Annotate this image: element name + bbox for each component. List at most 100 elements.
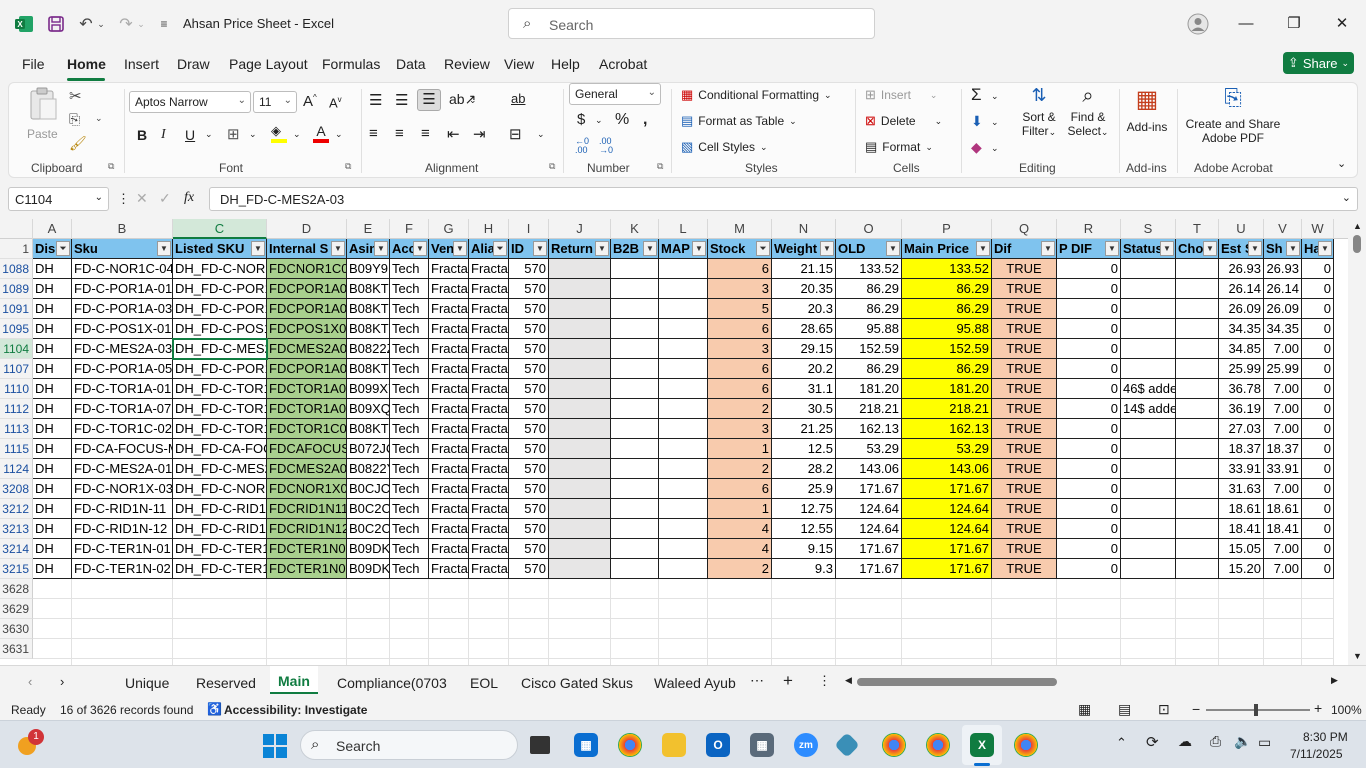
table-cell[interactable]: 25.99: [1264, 359, 1302, 379]
filter-dropdown-icon[interactable]: ▼: [374, 241, 388, 256]
table-cell[interactable]: Fracta: [469, 299, 509, 319]
column-header[interactable]: A: [33, 219, 72, 239]
page-layout-view-icon[interactable]: ▤: [1118, 701, 1131, 718]
copy-dropdown-icon[interactable]: ⌄: [95, 113, 103, 124]
table-cell[interactable]: [1121, 319, 1176, 339]
table-cell[interactable]: Fracta: [429, 379, 469, 399]
table-cell[interactable]: B08KTN: [347, 419, 390, 439]
table-cell[interactable]: 86.29: [902, 359, 992, 379]
table-cell[interactable]: 570: [509, 519, 549, 539]
table-cell[interactable]: FDCTOR1A07: [267, 399, 347, 419]
accessibility-status[interactable]: Accessibility: Investigate: [224, 703, 367, 717]
row-header[interactable]: 1124: [0, 459, 33, 479]
collapse-ribbon-icon[interactable]: ⌄: [1337, 157, 1346, 170]
row-header[interactable]: 3212: [0, 499, 33, 519]
filter-dropdown-icon[interactable]: ▼: [1203, 241, 1217, 256]
chevron-down-icon[interactable]: ⌄: [469, 95, 477, 106]
table-cell[interactable]: 570: [509, 279, 549, 299]
merge-center-icon[interactable]: ⊟: [509, 125, 522, 143]
table-cell[interactable]: 0: [1302, 459, 1334, 479]
table-cell[interactable]: 29.15: [772, 339, 836, 359]
comma-style-icon[interactable]: ,: [643, 111, 647, 129]
table-cell[interactable]: [611, 499, 659, 519]
select-all-corner[interactable]: [0, 219, 33, 239]
normal-view-icon[interactable]: ▦: [1078, 701, 1091, 718]
calculator-icon[interactable]: ▦: [750, 733, 774, 757]
table-header-cell[interactable]: MAP ▼: [659, 239, 708, 259]
filter-dropdown-icon[interactable]: ▼: [1318, 241, 1332, 256]
table-cell[interactable]: DH: [33, 399, 72, 419]
table-cell[interactable]: 86.29: [836, 299, 902, 319]
table-header-cell[interactable]: Weight ▼: [772, 239, 836, 259]
table-cell[interactable]: Fracta: [469, 359, 509, 379]
table-cell[interactable]: 7.00: [1264, 379, 1302, 399]
table-cell[interactable]: Fracta: [429, 459, 469, 479]
insert-function-icon[interactable]: fx: [184, 190, 194, 206]
table-cell[interactable]: [1176, 419, 1219, 439]
table-cell[interactable]: DH_FD-C-POS1: [173, 319, 267, 339]
table-cell[interactable]: [1176, 479, 1219, 499]
table-cell[interactable]: TRUE: [992, 359, 1057, 379]
network-icon[interactable]: ⎙: [1210, 733, 1221, 750]
restore-button[interactable]: ❐: [1270, 0, 1318, 46]
table-header-cell[interactable]: Ven ▼: [429, 239, 469, 259]
table-cell[interactable]: 0: [1302, 359, 1334, 379]
zoom-slider-thumb[interactable]: [1254, 704, 1258, 716]
table-cell[interactable]: B08KTN: [347, 359, 390, 379]
row-header[interactable]: 3213: [0, 519, 33, 539]
table-cell[interactable]: Tech: [390, 479, 429, 499]
copy-icon[interactable]: ⎘: [69, 111, 80, 128]
more-options-icon[interactable]: ⋮: [117, 191, 130, 207]
table-cell[interactable]: B0C2CI: [347, 519, 390, 539]
cut-icon[interactable]: ✂: [69, 87, 82, 105]
tab-view[interactable]: View: [504, 56, 534, 72]
table-cell[interactable]: 33.91: [1264, 459, 1302, 479]
filter-dropdown-icon[interactable]: ▼: [533, 241, 547, 256]
table-cell[interactable]: Tech: [390, 399, 429, 419]
chrome-profile-icon[interactable]: [882, 733, 906, 757]
table-cell[interactable]: 162.13: [836, 419, 902, 439]
table-cell[interactable]: [611, 379, 659, 399]
table-header-cell[interactable]: Asin ▼: [347, 239, 390, 259]
table-cell[interactable]: 152.59: [836, 339, 902, 359]
table-cell[interactable]: 124.64: [836, 519, 902, 539]
table-cell[interactable]: [659, 479, 708, 499]
table-cell[interactable]: Tech: [390, 419, 429, 439]
table-cell[interactable]: 0: [1302, 259, 1334, 279]
table-cell[interactable]: 26.93: [1219, 259, 1264, 279]
table-cell[interactable]: 0: [1057, 359, 1121, 379]
table-cell[interactable]: 0: [1057, 459, 1121, 479]
table-cell[interactable]: [659, 539, 708, 559]
table-cell[interactable]: [1121, 519, 1176, 539]
table-cell[interactable]: FD-C-POR1A-05: [72, 359, 173, 379]
table-cell[interactable]: Tech: [390, 279, 429, 299]
table-cell[interactable]: Fracta: [429, 399, 469, 419]
decrease-decimal-icon[interactable]: .00 →0: [599, 137, 613, 155]
table-cell[interactable]: FD-C-TOR1A-07: [72, 399, 173, 419]
table-cell[interactable]: Fracta: [469, 319, 509, 339]
tab-acrobat[interactable]: Acrobat: [599, 56, 647, 72]
sheet-tab-eol[interactable]: EOL: [470, 675, 498, 691]
table-cell[interactable]: FDCMES2A01: [267, 459, 347, 479]
chrome-icon[interactable]: [618, 733, 642, 757]
table-cell[interactable]: 570: [509, 559, 549, 579]
table-cell[interactable]: DH: [33, 519, 72, 539]
table-cell[interactable]: 570: [509, 379, 549, 399]
table-cell[interactable]: FD-C-TER1N-02: [72, 559, 173, 579]
chrome-profile-icon[interactable]: [1014, 733, 1038, 757]
table-cell[interactable]: Fracta: [469, 459, 509, 479]
table-cell[interactable]: 0: [1302, 399, 1334, 419]
taskbar-search[interactable]: ⌕ Search: [300, 730, 518, 760]
table-cell[interactable]: 12.55: [772, 519, 836, 539]
table-cell[interactable]: DH: [33, 279, 72, 299]
table-cell[interactable]: 25.99: [1219, 359, 1264, 379]
scroll-right-icon[interactable]: ▶: [1331, 675, 1338, 686]
table-cell[interactable]: B0C2CI: [347, 499, 390, 519]
align-center-icon[interactable]: ≡: [395, 125, 404, 142]
number-launcher-icon[interactable]: ⧉: [657, 161, 663, 172]
table-cell[interactable]: Fracta: [429, 299, 469, 319]
table-cell[interactable]: [1176, 499, 1219, 519]
sheet-tab-reserved[interactable]: Reserved: [196, 675, 256, 691]
table-cell[interactable]: 9.15: [772, 539, 836, 559]
table-cell[interactable]: 7.00: [1264, 479, 1302, 499]
